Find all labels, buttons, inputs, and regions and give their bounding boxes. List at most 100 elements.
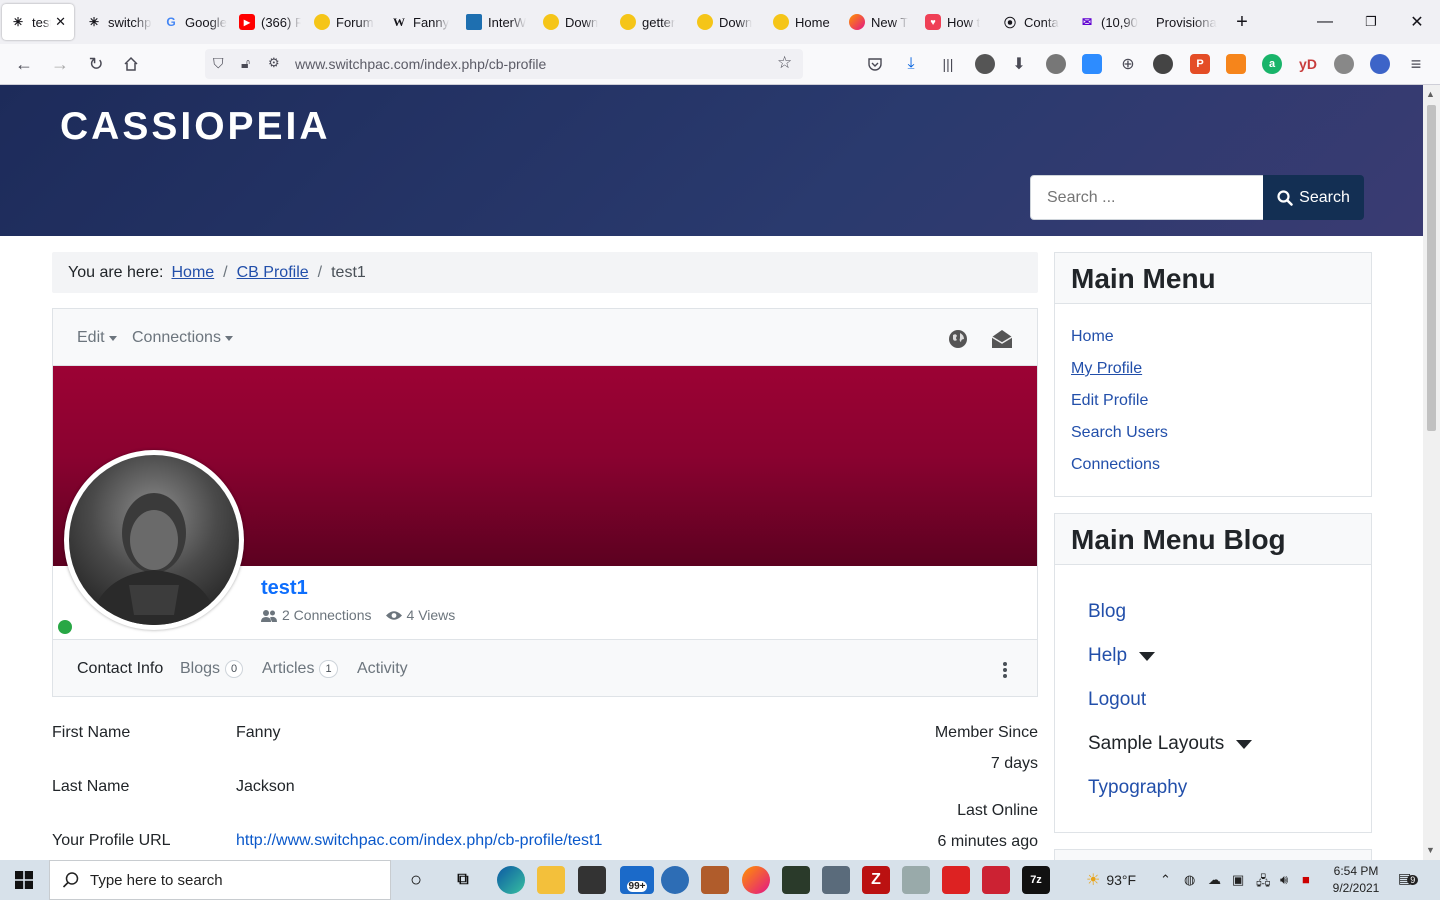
forward-icon[interactable]: →	[49, 53, 71, 75]
network-icon[interactable]: 🖧︎	[1256, 872, 1271, 894]
url-text[interactable]: www.switchpac.com/index.php/cb-profile	[295, 56, 546, 72]
store-icon[interactable]	[578, 866, 606, 894]
menu-item-typography[interactable]: Typography	[1088, 777, 1187, 799]
browser-tab[interactable]: G Google	[163, 4, 229, 40]
menu-item-help[interactable]: Help	[1088, 645, 1156, 667]
menu-item-blog[interactable]: Blog	[1088, 601, 1126, 623]
windows-start-button[interactable]	[0, 860, 48, 900]
insecure-lock-icon[interactable]: 🔓︎	[241, 55, 250, 72]
minimize-icon[interactable]: —	[1313, 10, 1337, 34]
profile-username[interactable]: test1	[261, 577, 308, 600]
extension-yd-icon[interactable]: yD	[1296, 54, 1320, 74]
terminal-icon[interactable]	[782, 866, 810, 894]
onedrive-icon[interactable]: ☁	[1208, 872, 1221, 888]
app-icon[interactable]	[982, 866, 1010, 894]
tray-icon[interactable]: ▣	[1232, 872, 1244, 888]
tab-blogs[interactable]: Blogs 0	[180, 660, 244, 678]
menu-item-search-users[interactable]: Search Users	[1071, 424, 1168, 442]
extension-p-icon[interactable]: P	[1190, 54, 1210, 74]
menu-item-logout[interactable]: Logout	[1088, 689, 1146, 711]
close-tab-icon[interactable]: ✕	[55, 14, 66, 30]
github-icon[interactable]	[1334, 54, 1354, 74]
zoom-extension-icon[interactable]	[1082, 54, 1102, 74]
app-icon[interactable]	[701, 866, 729, 894]
search-button[interactable]: Search	[1263, 175, 1364, 220]
menu-item-sample-layouts[interactable]: Sample Layouts	[1088, 733, 1253, 755]
connections-dropdown[interactable]: Connections	[132, 329, 233, 347]
tray-chevron-icon[interactable]: ⌃	[1160, 872, 1171, 888]
avatar[interactable]	[64, 450, 244, 630]
browser-tab[interactable]: Down	[697, 4, 759, 40]
browser-tab[interactable]: ♥ How t	[925, 4, 987, 40]
menu-icon[interactable]: ≡	[1405, 53, 1427, 75]
address-bar[interactable]: ⛉ 🔓︎ ⚙ www.switchpac.com/index.php/cb-pr…	[205, 49, 803, 79]
reload-icon[interactable]: ↻	[85, 53, 107, 75]
shield-icon[interactable]: ⛉	[213, 55, 224, 72]
cortana-icon[interactable]: ○	[402, 866, 430, 894]
browser-tab[interactable]: W Fanny	[391, 4, 453, 40]
back-icon[interactable]: ←	[13, 53, 35, 75]
extension-icon[interactable]	[975, 54, 995, 74]
site-brand[interactable]: CASSIOPEIA	[60, 105, 331, 149]
home-icon[interactable]	[120, 53, 142, 75]
envelope-open-icon[interactable]	[991, 329, 1013, 354]
extension-icon[interactable]	[1153, 54, 1173, 74]
download-circle-icon[interactable]: ⊕	[1117, 53, 1139, 75]
extension-icon[interactable]	[1370, 54, 1390, 74]
notification-center-icon[interactable]: ▤9	[1398, 870, 1419, 887]
browser-tab[interactable]: Home	[773, 4, 835, 40]
browser-tab[interactable]: ▶ (366) R	[239, 4, 301, 40]
browser-tab[interactable]: New T	[849, 4, 911, 40]
extension-a-icon[interactable]: a	[1262, 54, 1282, 74]
globe-icon[interactable]	[948, 329, 968, 354]
tab-contact-info[interactable]: Contact Info	[77, 660, 163, 678]
taskbar-clock[interactable]: 6:54 PM 9/2/2021	[1328, 863, 1384, 897]
more-options-icon[interactable]	[1003, 662, 1007, 678]
new-tab-button[interactable]: +	[1230, 10, 1254, 34]
tab-activity[interactable]: Activity	[357, 660, 408, 678]
volume-icon[interactable]: 🔊︎	[1280, 872, 1288, 888]
browser-tab[interactable]: ✉ (10,90	[1079, 4, 1141, 40]
browser-tab[interactable]: Down	[543, 4, 605, 40]
breadcrumb-home-link[interactable]: Home	[171, 264, 214, 282]
menu-item-my-profile[interactable]: My Profile	[1071, 360, 1142, 378]
taskbar-search-box[interactable]: Type here to search	[49, 860, 391, 900]
app-icon[interactable]	[902, 866, 930, 894]
browser-tab[interactable]: Forum	[314, 4, 376, 40]
7zip-icon[interactable]: 7z	[1022, 866, 1050, 894]
file-explorer-icon[interactable]	[537, 866, 565, 894]
scroll-down-icon[interactable]: ▼	[1426, 845, 1435, 855]
tray-icon[interactable]: ◍	[1184, 872, 1195, 888]
browser-tab[interactable]: getter	[620, 4, 682, 40]
scroll-thumb[interactable]	[1427, 105, 1436, 431]
menu-item-edit-profile[interactable]: Edit Profile	[1071, 392, 1148, 410]
tab-articles[interactable]: Articles 1	[262, 660, 338, 678]
browser-tab[interactable]: InterW	[466, 4, 526, 40]
library-icon[interactable]: |||	[937, 53, 959, 75]
profile-url-link[interactable]: http://www.switchpac.com/index.php/cb-pr…	[236, 832, 602, 849]
firefox-icon[interactable]	[742, 866, 770, 894]
scroll-up-icon[interactable]: ▲	[1426, 89, 1435, 99]
permissions-icon[interactable]: ⚙	[268, 55, 280, 71]
thunderbird-icon[interactable]	[661, 866, 689, 894]
page-scrollbar[interactable]: ▲ ▼	[1423, 85, 1440, 860]
browser-tab[interactable]: ✳ switchpac	[86, 4, 152, 40]
filezilla-icon[interactable]: Z	[862, 866, 890, 894]
task-view-icon[interactable]: ⧉	[449, 866, 477, 894]
pocket-save-icon[interactable]	[864, 53, 886, 75]
acrobat-icon[interactable]	[942, 866, 970, 894]
weather-widget[interactable]: ☀ 93°F	[1086, 870, 1136, 890]
download-manager-icon[interactable]: ⬇	[1008, 53, 1030, 75]
mail-app-icon[interactable]: 99+	[620, 866, 654, 894]
caret-down-icon[interactable]	[1236, 739, 1253, 749]
edge-icon[interactable]	[497, 866, 525, 894]
caret-down-icon[interactable]	[1139, 651, 1156, 661]
restore-icon[interactable]: ❐	[1359, 10, 1383, 34]
tray-alert-icon[interactable]: ■	[1302, 872, 1310, 887]
connections-count[interactable]: 2 Connections	[282, 607, 372, 623]
bookmark-star-icon[interactable]: ☆	[777, 53, 792, 73]
menu-item-home[interactable]: Home	[1071, 328, 1114, 346]
metamask-icon[interactable]	[1226, 54, 1246, 74]
close-window-icon[interactable]: ✕	[1405, 10, 1429, 34]
downloads-icon[interactable]: ⤓	[900, 53, 922, 75]
